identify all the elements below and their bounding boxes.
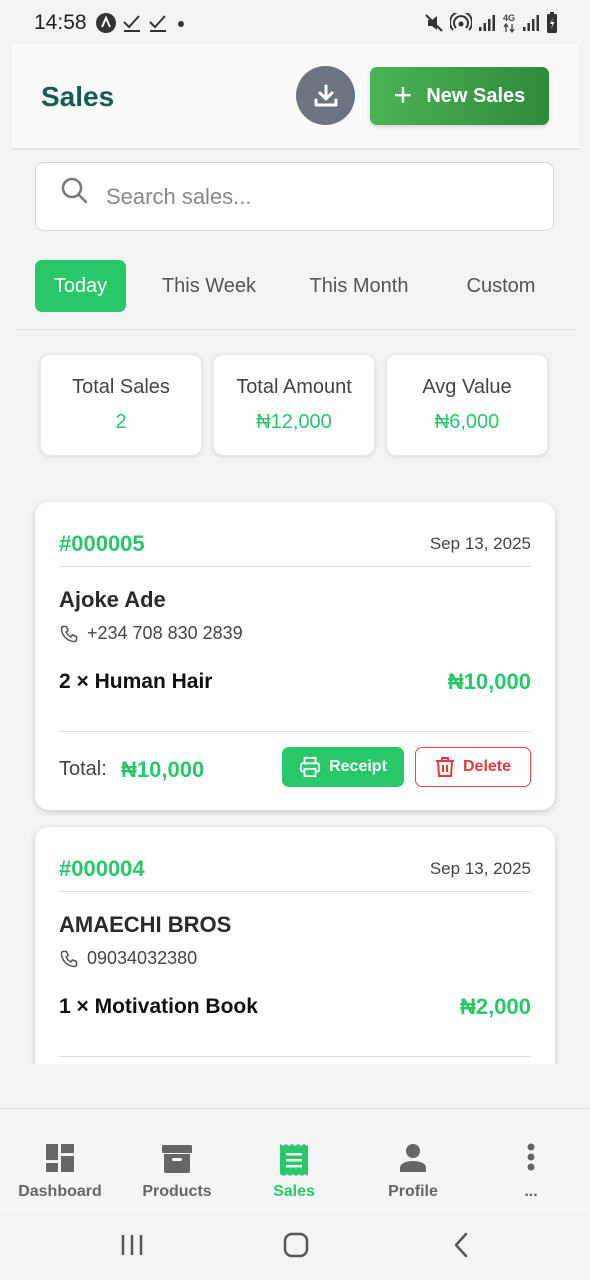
customer-phone: +234 708 830 2839 (59, 623, 243, 644)
sale-item: 1 × Motivation Book (59, 995, 258, 1018)
search-bar[interactable] (35, 162, 554, 231)
nav-label: Dashboard (18, 1183, 102, 1200)
new-sales-button[interactable]: + New Sales (370, 67, 549, 125)
customer-name: AMAECHI BROS (59, 912, 232, 937)
nav-item-sales[interactable]: Sales (235, 1109, 353, 1213)
delete-button[interactable]: Delete (415, 747, 531, 787)
stat-label: Total Sales (72, 376, 170, 398)
total-label: Total: (59, 758, 107, 780)
stat-card-total-sales: Total Sales 2 (40, 354, 202, 456)
date-filter-tabs: Today This Week This Month Custom (35, 260, 555, 312)
divider (59, 566, 531, 567)
mute-icon (425, 14, 443, 32)
customer-name: Ajoke Ade (59, 587, 166, 612)
trash-icon (435, 757, 454, 777)
divider (59, 891, 531, 892)
stat-value: ₦6,000 (434, 411, 500, 433)
tab-custom[interactable]: Custom (453, 260, 549, 312)
status-right-icons: 4G (424, 12, 558, 34)
back-icon[interactable] (452, 1232, 470, 1258)
network-type: 4G (502, 13, 516, 33)
dot-icon (178, 21, 184, 27)
sale-id: #000004 (59, 856, 145, 881)
nav-item-products[interactable]: Products (118, 1109, 236, 1213)
battery-icon (547, 12, 557, 33)
sale-date: Sep 13, 2025 (429, 534, 531, 553)
search-icon (61, 177, 88, 204)
status-bar: 14:58 4G (0, 0, 590, 44)
stat-label: Total Amount (236, 376, 352, 398)
tab-today[interactable]: Today (35, 260, 126, 312)
download-icon (314, 84, 337, 106)
phone-number: 09034032380 (87, 948, 198, 968)
status-time: 14:58 (34, 11, 87, 34)
search-input[interactable] (106, 177, 536, 217)
receipt-button[interactable]: Receipt (282, 747, 404, 787)
bottom-nav: Dashboard Products Sales Profile ... (0, 1108, 590, 1212)
printer-icon (300, 756, 321, 778)
nav-item-more[interactable]: ... (472, 1109, 590, 1213)
nav-label: ... (524, 1183, 538, 1200)
tab-this-week[interactable]: This Week (147, 260, 271, 312)
sale-item-amount: ₦2,000 (460, 994, 531, 1019)
archive-box-icon (162, 1145, 192, 1173)
check-icon (149, 15, 166, 32)
sale-item-amount: ₦10,000 (447, 669, 531, 694)
receipt-label: Receipt (329, 758, 387, 775)
new-sales-label: New Sales (426, 84, 526, 107)
home-icon[interactable] (283, 1232, 309, 1258)
nav-item-dashboard[interactable]: Dashboard (1, 1109, 119, 1213)
stat-card-total-amount: Total Amount ₦12,000 (213, 354, 375, 456)
phone-icon (60, 950, 78, 967)
recent-apps-icon[interactable] (120, 1232, 144, 1258)
phone-number: +234 708 830 2839 (87, 623, 243, 643)
divider (12, 329, 578, 330)
delete-label: Delete (462, 758, 512, 775)
page-title: Sales (41, 81, 115, 112)
divider (59, 731, 531, 732)
app-header: Sales + New Sales (12, 44, 578, 150)
customer-phone: 09034032380 (59, 948, 197, 969)
sale-card[interactable]: #000005 Sep 13, 2025 Ajoke Ade +234 708 … (35, 502, 555, 810)
stat-value: 2 (115, 411, 127, 433)
sale-card[interactable]: #000004 Sep 13, 2025 AMAECHI BROS 090340… (35, 827, 555, 1064)
hotspot-icon (450, 13, 472, 31)
more-vertical-icon (527, 1143, 535, 1171)
total-value: ₦10,000 (121, 757, 205, 782)
sale-item: 2 × Human Hair (59, 670, 213, 693)
tab-this-month[interactable]: This Month (293, 260, 425, 312)
sales-list[interactable]: #000005 Sep 13, 2025 Ajoke Ade +234 708 … (0, 480, 590, 1064)
signal-4g-icon (523, 15, 539, 31)
signal-icon (479, 15, 495, 31)
nav-label: Products (142, 1183, 212, 1200)
notification-a-icon (96, 13, 116, 33)
receipt-icon (280, 1144, 308, 1176)
nav-label: Sales (273, 1183, 315, 1200)
stat-card-avg-value: Avg Value ₦6,000 (386, 354, 548, 456)
sale-id: #000005 (59, 531, 145, 556)
plus-icon: + (393, 76, 413, 113)
nav-label: Profile (388, 1183, 438, 1200)
stat-label: Avg Value (422, 376, 512, 398)
data-arrows-icon (503, 22, 515, 33)
check-icon (123, 15, 140, 32)
phone-icon (60, 625, 78, 642)
stat-value: ₦12,000 (256, 411, 332, 433)
nav-item-profile[interactable]: Profile (354, 1109, 472, 1213)
download-button[interactable] (296, 66, 355, 125)
dashboard-icon (46, 1144, 74, 1172)
system-navigation-bar (0, 1212, 590, 1280)
divider (59, 1056, 531, 1057)
status-left-icons (96, 12, 188, 34)
sale-date: Sep 13, 2025 (429, 859, 531, 878)
person-icon (400, 1144, 426, 1172)
